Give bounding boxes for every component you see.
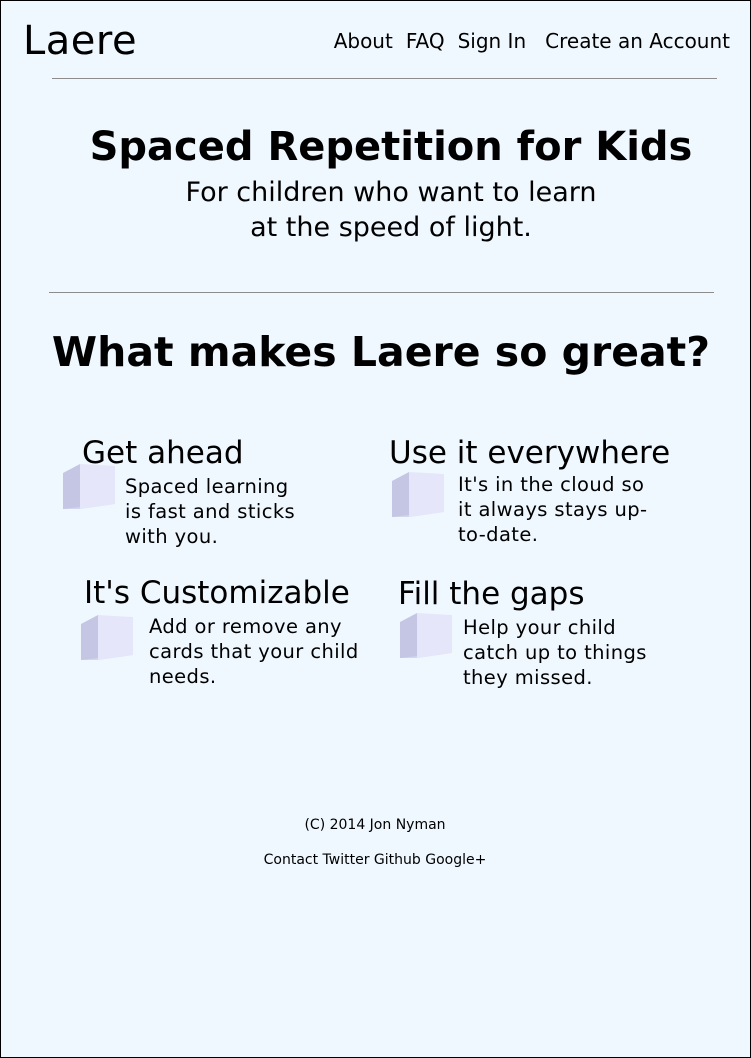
footer-contact-link[interactable]: Contact	[264, 852, 318, 868]
feature-description: Add or remove any cards that your child …	[149, 614, 359, 689]
feature-description-line: they missed.	[463, 666, 593, 689]
hero-subtitle: For children who want to learn at the sp…	[1, 175, 751, 245]
feature-description: It's in the cloud so it always stays up-…	[458, 472, 647, 547]
nav-sign-in-link[interactable]: Sign In	[458, 29, 527, 53]
site-logo[interactable]: Laere	[23, 17, 137, 65]
feature-description-line: it always stays up-	[458, 498, 648, 521]
footer-google-plus-link[interactable]: Google+	[425, 852, 486, 868]
feature-description-line: needs.	[149, 665, 217, 688]
feature-description-line: Help your child	[463, 616, 616, 639]
feature-description-line: It's in the cloud so	[458, 473, 645, 496]
feature-description-line: catch up to things	[463, 641, 647, 664]
top-nav: About FAQ Sign In Create an Account	[334, 29, 730, 53]
footer-twitter-link[interactable]: Twitter	[323, 852, 370, 868]
header-divider	[52, 78, 717, 79]
page-frame: Laere About FAQ Sign In Create an Accoun…	[0, 0, 751, 1058]
footer-copyright: (C) 2014 Jon Nyman	[304, 817, 446, 833]
nav-faq-link[interactable]: FAQ	[406, 29, 445, 53]
feature-title: It's Customizable	[84, 575, 350, 611]
features-heading: What makes Laere so great?	[51, 328, 711, 376]
feature-description-line: to-date.	[458, 523, 539, 546]
section-divider	[49, 292, 714, 293]
footer-github-link[interactable]: Github	[374, 852, 421, 868]
hero-subtitle-line-1: For children who want to learn	[185, 177, 597, 208]
hero-subtitle-line-2: at the speed of light.	[250, 212, 532, 243]
feature-description-line: with you.	[125, 525, 219, 548]
cube-icon	[81, 615, 133, 660]
nav-create-account-link[interactable]: Create an Account	[545, 29, 730, 53]
nav-about-link[interactable]: About	[334, 29, 393, 53]
feature-description-line: is fast and sticks	[125, 500, 296, 523]
cube-icon	[392, 472, 444, 517]
cube-icon	[400, 613, 452, 658]
feature-description-line: Spaced learning	[125, 475, 289, 498]
feature-description-line: Add or remove any	[149, 615, 342, 638]
footer-links: Contact Twitter Github Google+	[1, 851, 749, 869]
feature-title: Use it everywhere	[389, 435, 671, 471]
feature-title: Fill the gaps	[398, 576, 585, 612]
feature-description: Spaced learning is fast and sticks with …	[125, 474, 295, 549]
cube-icon	[63, 464, 115, 509]
feature-description-line: cards that your child	[149, 640, 359, 663]
hero-title: Spaced Repetition for Kids	[89, 124, 693, 170]
feature-description: Help your child catch up to things they …	[463, 615, 647, 690]
